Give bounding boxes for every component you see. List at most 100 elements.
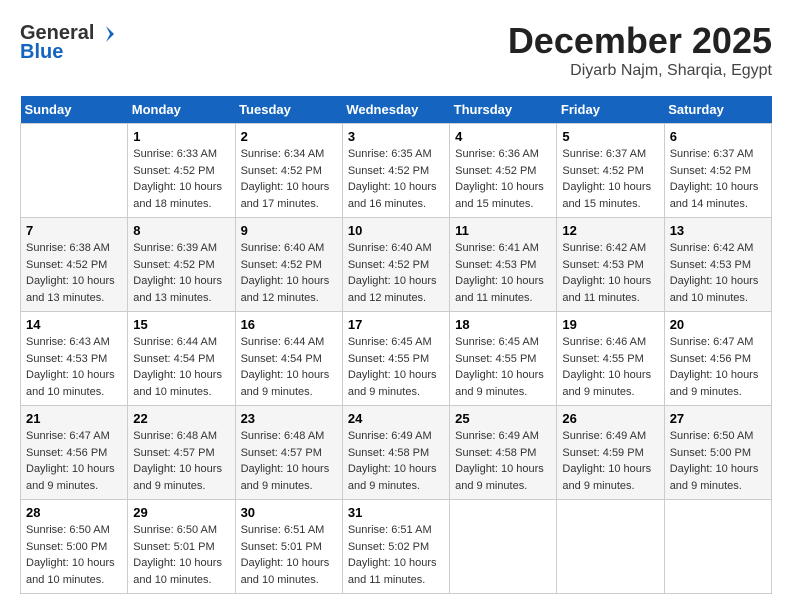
day-number: 13 [670, 223, 766, 238]
day-number: 29 [133, 505, 229, 520]
day-info: Sunrise: 6:49 AMSunset: 4:59 PMDaylight:… [562, 428, 658, 494]
day-header-sunday: Sunday [21, 96, 128, 124]
day-info: Sunrise: 6:47 AMSunset: 4:56 PMDaylight:… [26, 428, 122, 494]
day-info: Sunrise: 6:50 AMSunset: 5:00 PMDaylight:… [26, 522, 122, 588]
day-number: 7 [26, 223, 122, 238]
calendar-cell: 19 Sunrise: 6:46 AMSunset: 4:55 PMDayligh… [557, 312, 664, 406]
day-header-wednesday: Wednesday [342, 96, 449, 124]
calendar-cell: 4Sunrise: 6:36 AMSunset: 4:52 PMDaylight… [450, 124, 557, 218]
day-number: 5 [562, 129, 658, 144]
calendar-cell: 27Sunrise: 6:50 AMSunset: 5:00 PMDayligh… [664, 406, 771, 500]
day-number: 12 [562, 223, 658, 238]
day-number: 28 [26, 505, 122, 520]
calendar-cell: 29Sunrise: 6:50 AMSunset: 5:01 PMDayligh… [128, 500, 235, 594]
day-number: 26 [562, 411, 658, 426]
logo-bird-icon [96, 24, 116, 44]
calendar-cell: 22Sunrise: 6:48 AMSunset: 4:57 PMDayligh… [128, 406, 235, 500]
day-info: Sunrise: 6:43 AMSunset: 4:53 PMDaylight:… [26, 334, 122, 400]
day-number: 16 [241, 317, 337, 332]
calendar-cell: 11 Sunrise: 6:41 AMSunset: 4:53 PMDayligh… [450, 218, 557, 312]
calendar-week-row: 1 Sunrise: 6:33 AMSunset: 4:52 PMDaylight… [21, 124, 772, 218]
day-number: 31 [348, 505, 444, 520]
calendar-table: SundayMondayTuesdayWednesdayThursdayFrid… [20, 96, 772, 594]
calendar-cell: 16Sunrise: 6:44 AMSunset: 4:54 PMDayligh… [235, 312, 342, 406]
day-number: 11 [455, 223, 551, 238]
day-number: 4 [455, 129, 551, 144]
day-number: 17 [348, 317, 444, 332]
calendar-cell: 21 Sunrise: 6:47 AMSunset: 4:56 PMDayligh… [21, 406, 128, 500]
calendar-cell: 12 Sunrise: 6:42 AMSunset: 4:53 PMDayligh… [557, 218, 664, 312]
day-info: Sunrise: 6:37 AMSunset: 4:52 PMDaylight:… [670, 146, 766, 212]
logo-blue: Blue [20, 41, 63, 64]
day-header-tuesday: Tuesday [235, 96, 342, 124]
calendar-cell: 18 Sunrise: 6:45 AMSunset: 4:55 PMDayligh… [450, 312, 557, 406]
calendar-cell [557, 500, 664, 594]
calendar-week-row: 28 Sunrise: 6:50 AMSunset: 5:00 PMDayligh… [21, 500, 772, 594]
day-info: Sunrise: 6:33 AMSunset: 4:52 PMDaylight:… [133, 146, 229, 212]
day-info: Sunrise: 6:45 AMSunset: 4:55 PMDaylight:… [455, 334, 551, 400]
calendar-cell: 30 Sunrise: 6:51 AMSunset: 5:01 PMDayligh… [235, 500, 342, 594]
location: Diyarb Najm, Sharqia, Egypt [508, 62, 772, 80]
day-info: Sunrise: 6:42 AMSunset: 4:53 PMDaylight:… [562, 240, 658, 306]
day-info: Sunrise: 6:35 AMSunset: 4:52 PMDaylight:… [348, 146, 444, 212]
day-number: 23 [241, 411, 337, 426]
calendar-cell: 25Sunrise: 6:49 AMSunset: 4:58 PMDayligh… [450, 406, 557, 500]
day-number: 3 [348, 129, 444, 144]
day-header-saturday: Saturday [664, 96, 771, 124]
day-info: Sunrise: 6:49 AMSunset: 4:58 PMDaylight:… [348, 428, 444, 494]
calendar-cell: 26 Sunrise: 6:49 AMSunset: 4:59 PMDayligh… [557, 406, 664, 500]
day-number: 20 [670, 317, 766, 332]
calendar-cell: 8Sunrise: 6:39 AMSunset: 4:52 PMDaylight… [128, 218, 235, 312]
day-number: 14 [26, 317, 122, 332]
day-number: 10 [348, 223, 444, 238]
calendar-cell: 28 Sunrise: 6:50 AMSunset: 5:00 PMDayligh… [21, 500, 128, 594]
calendar-cell: 23Sunrise: 6:48 AMSunset: 4:57 PMDayligh… [235, 406, 342, 500]
day-number: 1 [133, 129, 229, 144]
calendar-cell: 10Sunrise: 6:40 AMSunset: 4:52 PMDayligh… [342, 218, 449, 312]
calendar-cell: 2 Sunrise: 6:34 AMSunset: 4:52 PMDaylight… [235, 124, 342, 218]
day-info: Sunrise: 6:38 AMSunset: 4:52 PMDaylight:… [26, 240, 122, 306]
day-number: 2 [241, 129, 337, 144]
day-info: Sunrise: 6:40 AMSunset: 4:52 PMDaylight:… [241, 240, 337, 306]
day-number: 6 [670, 129, 766, 144]
day-number: 18 [455, 317, 551, 332]
calendar-cell: 3 Sunrise: 6:35 AMSunset: 4:52 PMDaylight… [342, 124, 449, 218]
month-title: December 2025 [508, 20, 772, 62]
calendar-week-row: 7 Sunrise: 6:38 AMSunset: 4:52 PMDaylight… [21, 218, 772, 312]
calendar-cell: 6 Sunrise: 6:37 AMSunset: 4:52 PMDaylight… [664, 124, 771, 218]
calendar-cell: 24 Sunrise: 6:49 AMSunset: 4:58 PMDayligh… [342, 406, 449, 500]
day-number: 8 [133, 223, 229, 238]
calendar-cell: 7 Sunrise: 6:38 AMSunset: 4:52 PMDaylight… [21, 218, 128, 312]
title-block: December 2025 Diyarb Najm, Sharqia, Egyp… [508, 20, 772, 80]
day-number: 25 [455, 411, 551, 426]
day-info: Sunrise: 6:46 AMSunset: 4:55 PMDaylight:… [562, 334, 658, 400]
day-number: 19 [562, 317, 658, 332]
day-number: 22 [133, 411, 229, 426]
calendar-cell: 14 Sunrise: 6:43 AMSunset: 4:53 PMDayligh… [21, 312, 128, 406]
day-info: Sunrise: 6:45 AMSunset: 4:55 PMDaylight:… [348, 334, 444, 400]
day-header-monday: Monday [128, 96, 235, 124]
day-info: Sunrise: 6:41 AMSunset: 4:53 PMDaylight:… [455, 240, 551, 306]
calendar-cell [21, 124, 128, 218]
calendar-cell: 9 Sunrise: 6:40 AMSunset: 4:52 PMDaylight… [235, 218, 342, 312]
calendar-cell: 17 Sunrise: 6:45 AMSunset: 4:55 PMDayligh… [342, 312, 449, 406]
day-number: 24 [348, 411, 444, 426]
calendar-cell [450, 500, 557, 594]
day-info: Sunrise: 6:51 AMSunset: 5:02 PMDaylight:… [348, 522, 444, 588]
day-info: Sunrise: 6:51 AMSunset: 5:01 PMDaylight:… [241, 522, 337, 588]
day-info: Sunrise: 6:47 AMSunset: 4:56 PMDaylight:… [670, 334, 766, 400]
day-info: Sunrise: 6:37 AMSunset: 4:52 PMDaylight:… [562, 146, 658, 212]
page-header: General Blue General Blue December 2025 … [20, 20, 772, 80]
calendar-cell: 31 Sunrise: 6:51 AMSunset: 5:02 PMDayligh… [342, 500, 449, 594]
calendar-header-row: SundayMondayTuesdayWednesdayThursdayFrid… [21, 96, 772, 124]
calendar-cell: 5 Sunrise: 6:37 AMSunset: 4:52 PMDaylight… [557, 124, 664, 218]
calendar-cell [664, 500, 771, 594]
day-number: 30 [241, 505, 337, 520]
calendar-cell: 1 Sunrise: 6:33 AMSunset: 4:52 PMDaylight… [128, 124, 235, 218]
logo: General Blue General Blue [20, 20, 116, 64]
day-number: 21 [26, 411, 122, 426]
day-number: 9 [241, 223, 337, 238]
calendar-week-row: 21 Sunrise: 6:47 AMSunset: 4:56 PMDayligh… [21, 406, 772, 500]
day-info: Sunrise: 6:34 AMSunset: 4:52 PMDaylight:… [241, 146, 337, 212]
day-header-friday: Friday [557, 96, 664, 124]
